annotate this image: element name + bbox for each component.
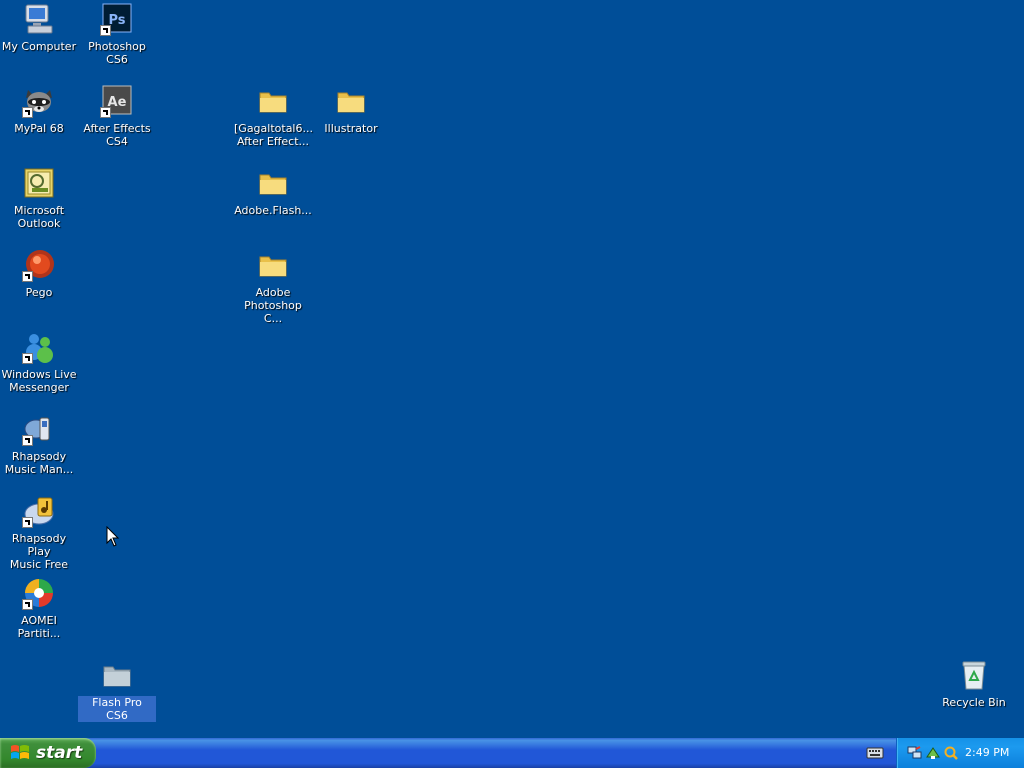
microsoft-outlook-item[interactable]: Microsoft Outlook (0, 166, 78, 230)
shortcut-arrow-icon (100, 107, 111, 118)
shortcut-arrow-icon (22, 271, 33, 282)
network-icon[interactable] (907, 745, 923, 761)
clock[interactable]: 2:49 PM (965, 738, 1009, 768)
aomei-partition-label: AOMEI Partiti... (17, 614, 61, 640)
aomei-icon (22, 576, 56, 610)
aomei-partition-item[interactable]: AOMEI Partiti... (0, 576, 78, 640)
safely-remove-icon[interactable] (925, 745, 941, 761)
shortcut-arrow-icon (22, 435, 33, 446)
rhapsody-play-music-free-label: Rhapsody Play Music Free (9, 532, 69, 571)
adobe-flash-folder-item[interactable]: Adobe.Flash... (234, 166, 312, 217)
taskbar: start 2:49 PM (0, 738, 1024, 768)
photoshop-cs6-item[interactable]: Ps Photoshop CS6 (78, 2, 156, 66)
keyboard-icon[interactable] (866, 745, 884, 761)
recycle-bin-item[interactable]: Recycle Bin (935, 658, 1013, 709)
desktop: My Computer MyPal 68 Microsoft Outlook P… (0, 0, 1024, 738)
recycle-bin-label: Recycle Bin (942, 696, 1006, 709)
outlook-icon (22, 166, 56, 200)
shortcut-arrow-icon (100, 25, 111, 36)
microsoft-outlook-label: Microsoft Outlook (13, 204, 65, 230)
illustrator-folder-label: Illustrator (324, 122, 378, 135)
rhapsody-play-icon (22, 494, 56, 528)
folder-icon (256, 248, 290, 282)
adobe-photoshop-folder-item[interactable]: Adobe Photoshop C... (234, 248, 312, 325)
rhapsody-music-manager-item[interactable]: Rhapsody Music Man... (0, 412, 78, 476)
shortcut-arrow-icon (22, 353, 33, 364)
flash-pro-cs6-item[interactable]: Flash Pro CS6 (78, 658, 156, 722)
gagaltotal-folder-item[interactable]: [Gagaltotal6... After Effect... (234, 84, 313, 148)
pego-item[interactable]: Pego (0, 248, 78, 299)
start-label: start (36, 743, 83, 763)
after-effects-cs4-label: After Effects CS4 (83, 122, 151, 148)
windows-live-messenger-label: Windows Live Messenger (1, 368, 77, 394)
shortcut-arrow-icon (22, 107, 33, 118)
adobe-photoshop-folder-label: Adobe Photoshop C... (244, 286, 302, 325)
shortcut-arrow-icon (22, 599, 33, 610)
folder-icon (334, 84, 368, 118)
windows-live-messenger-item[interactable]: Windows Live Messenger (0, 330, 78, 394)
flash-pro-cs6-label: Flash Pro CS6 (78, 696, 156, 722)
search-icon[interactable] (943, 745, 959, 761)
messenger-icon (22, 330, 56, 364)
photoshop-cs6-label: Photoshop CS6 (88, 40, 146, 66)
my-computer-icon-item[interactable]: My Computer (0, 2, 78, 53)
rhapsody-manager-icon (22, 412, 56, 446)
recycle-bin-icon (957, 658, 991, 692)
my-computer-icon (22, 2, 56, 36)
mypal-68-label: MyPal 68 (14, 122, 64, 135)
my-computer-label: My Computer (1, 40, 77, 53)
pego-icon (22, 248, 56, 282)
adobe-flash-folder-label: Adobe.Flash... (234, 204, 312, 217)
windows-flag-icon (10, 743, 30, 763)
pego-label: Pego (25, 286, 53, 299)
svg-text:Ps: Ps (108, 13, 125, 28)
gagaltotal-folder-label: [Gagaltotal6... After Effect... (234, 122, 313, 148)
raccoon-icon (22, 84, 56, 118)
rhapsody-music-manager-label: Rhapsody Music Man... (4, 450, 74, 476)
illustrator-folder-item[interactable]: Illustrator (312, 84, 390, 135)
after-effects-cs4-item[interactable]: Ae After Effects CS4 (78, 84, 156, 148)
after-effects-icon: Ae (100, 84, 134, 118)
folder-icon (100, 658, 134, 692)
mypal-68-item[interactable]: MyPal 68 (0, 84, 78, 135)
rhapsody-play-music-free-item[interactable]: Rhapsody Play Music Free (0, 494, 78, 571)
shortcut-arrow-icon (22, 517, 33, 528)
start-button[interactable]: start (0, 738, 96, 768)
mouse-cursor-icon (106, 526, 120, 547)
folder-icon (256, 84, 290, 118)
photoshop-icon: Ps (100, 2, 134, 36)
folder-icon (256, 166, 290, 200)
